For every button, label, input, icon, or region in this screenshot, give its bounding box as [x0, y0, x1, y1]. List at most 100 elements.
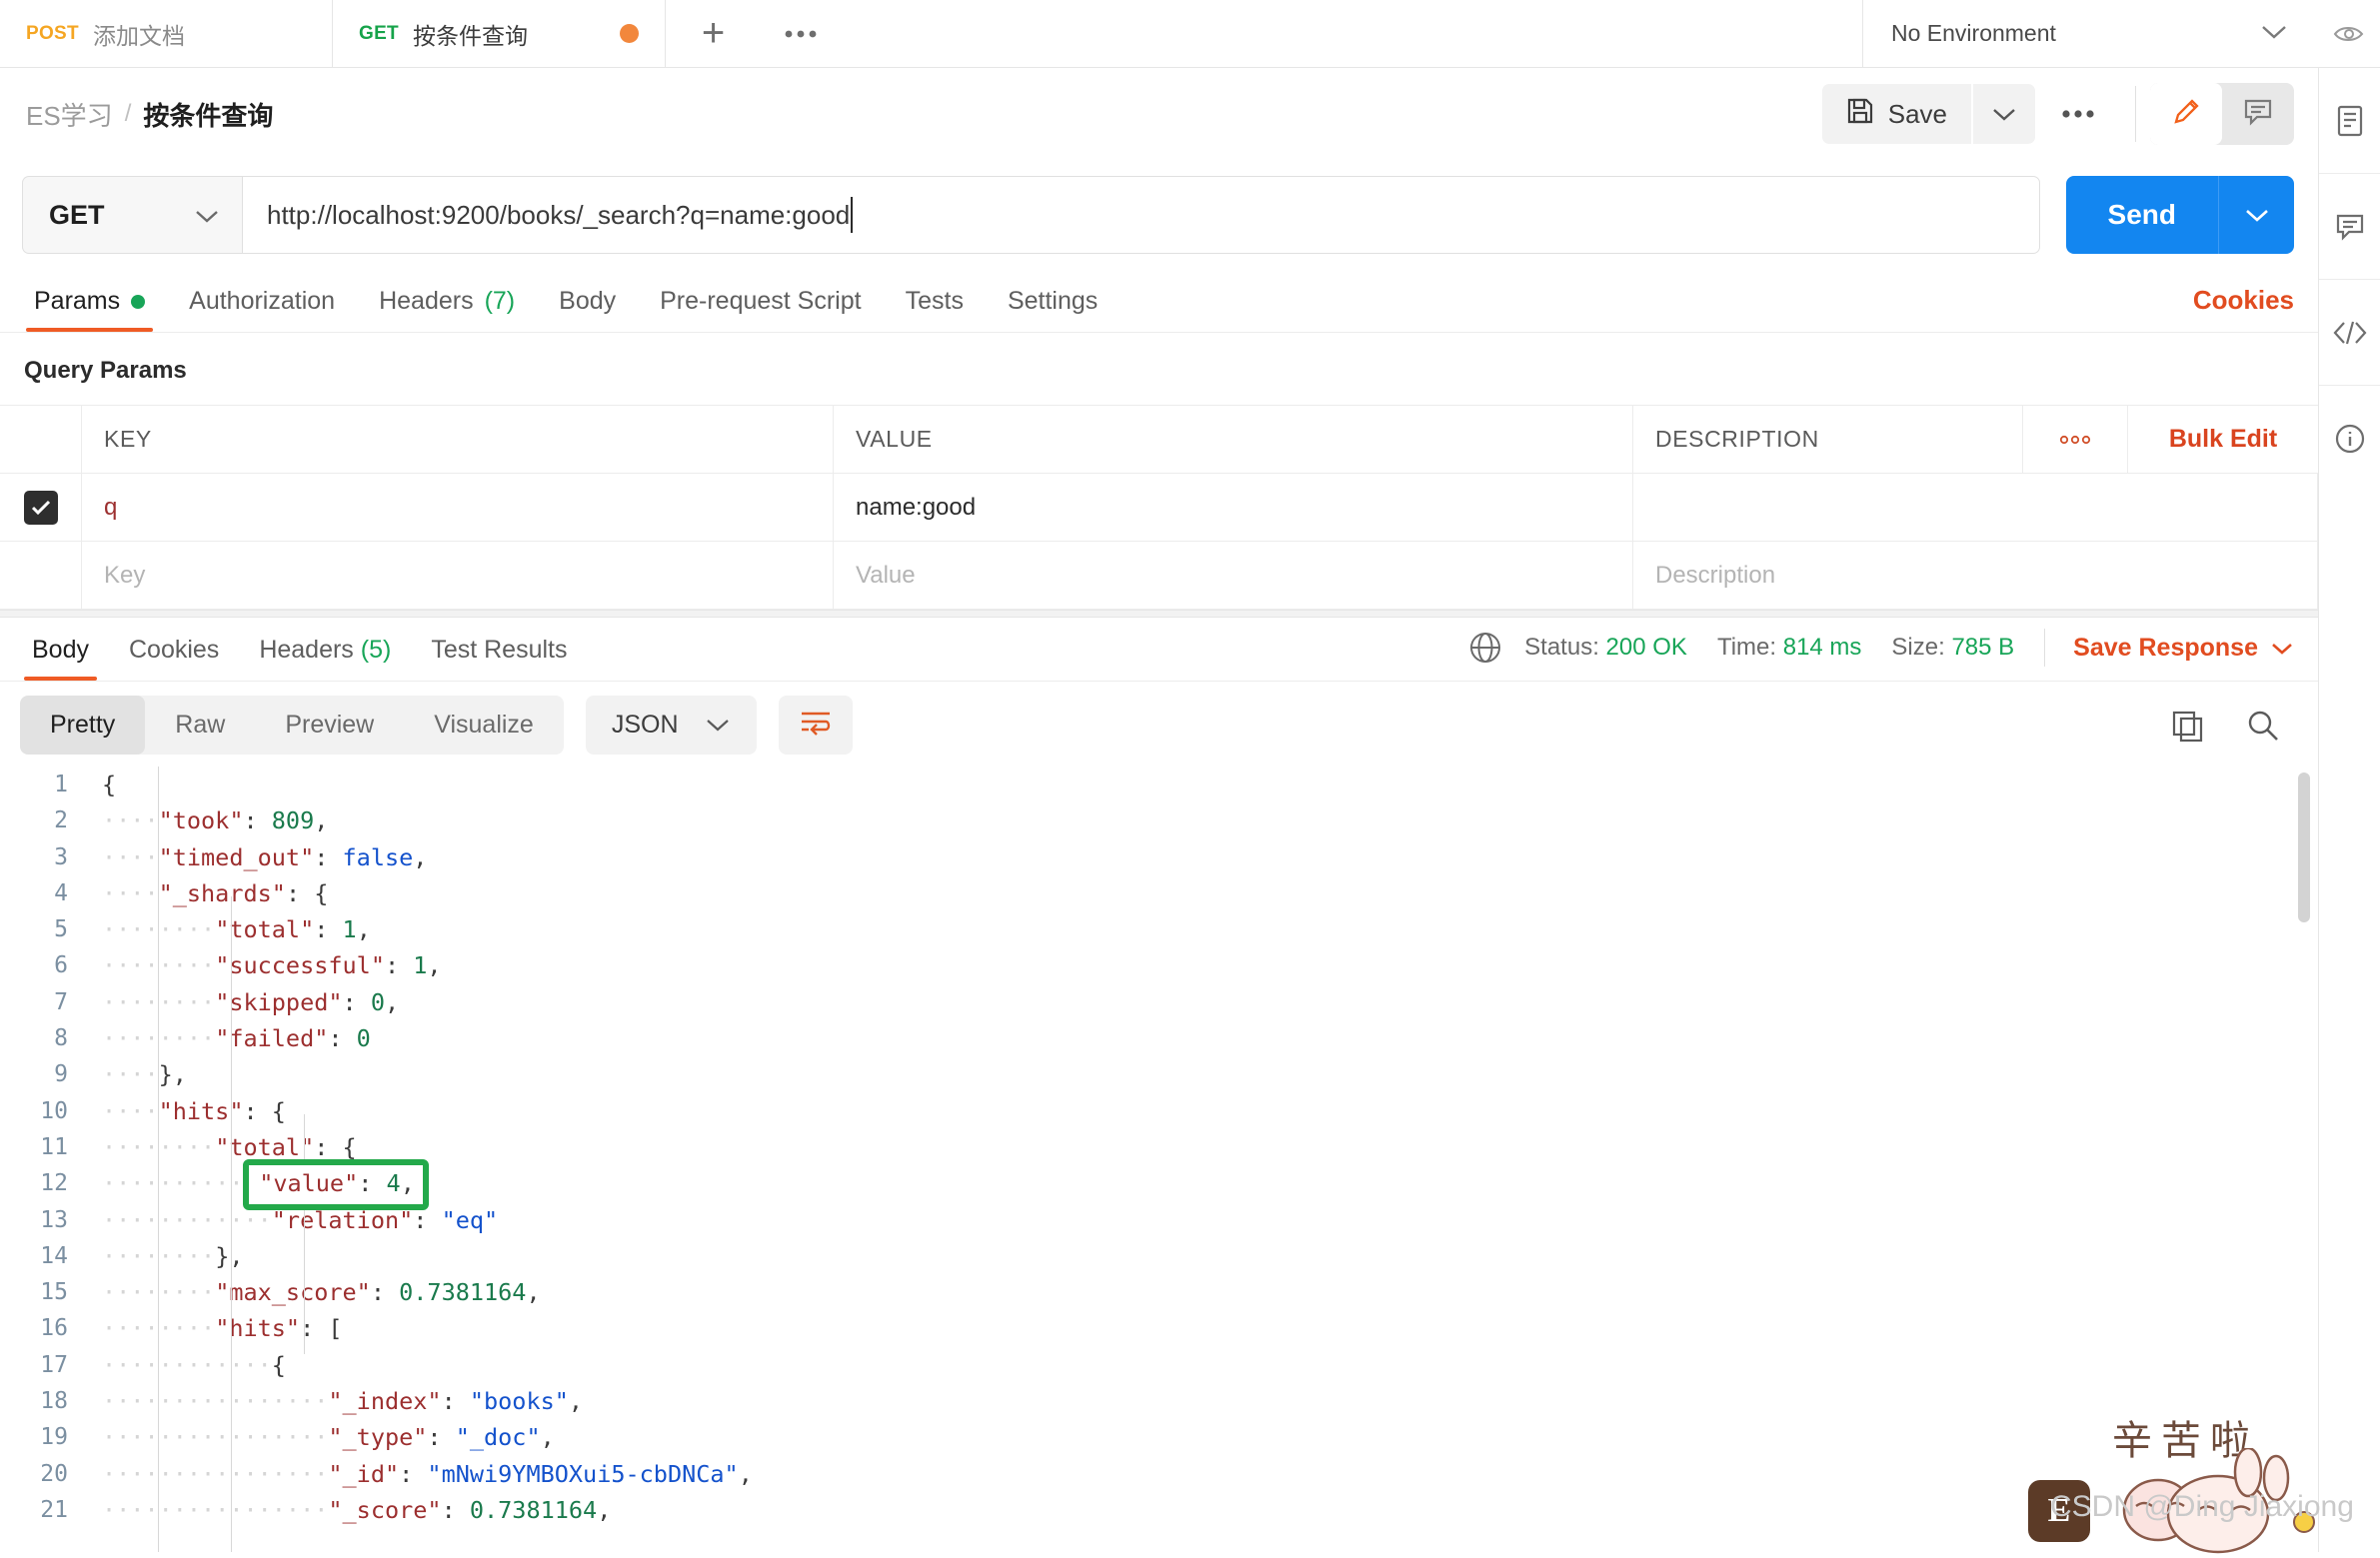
code-token: "value" — [259, 1169, 358, 1197]
request-pane: ES学习 / 按条件查询 Save — [0, 68, 2318, 1552]
code-line: ················"_type": "_doc", — [102, 1419, 2318, 1455]
pencil-icon — [2171, 97, 2201, 132]
line-number: 7 — [0, 984, 68, 1020]
cookies-link[interactable]: Cookies — [2193, 285, 2294, 332]
line-number: 2 — [0, 802, 68, 838]
save-response-button[interactable]: Save Response — [2073, 634, 2294, 663]
save-button[interactable]: Save — [1822, 84, 1971, 144]
code-token: : — [413, 1206, 441, 1234]
view-mode-pretty[interactable]: Pretty — [20, 696, 145, 755]
new-param-key-input[interactable]: Key — [82, 542, 834, 609]
request-tab-2[interactable]: GET 按条件查询 — [333, 0, 666, 67]
comment-mode-button[interactable] — [2222, 83, 2294, 145]
column-header-value: VALUE — [834, 406, 1633, 473]
response-tab-test-results[interactable]: Test Results — [411, 636, 587, 681]
json-code-content[interactable]: {····"took": 809,····"timed_out": false,… — [86, 767, 2318, 1552]
info-icon[interactable] — [2319, 386, 2380, 492]
code-line: ········"failed": 0 — [102, 1020, 2318, 1056]
right-sidebar — [2318, 68, 2380, 1552]
line-number: 17 — [0, 1347, 68, 1383]
tab-title: 按条件查询 — [413, 17, 528, 51]
param-key-input[interactable]: q — [82, 474, 834, 541]
indent-guide: ···· — [102, 1060, 159, 1088]
tab-tests[interactable]: Tests — [884, 287, 986, 332]
send-options-caret[interactable] — [2218, 176, 2294, 254]
code-token: , — [569, 1387, 583, 1415]
response-body-actions — [2170, 709, 2294, 743]
url-input[interactable]: http://localhost:9200/books/_search?q=na… — [242, 176, 2040, 254]
http-method-selector[interactable]: GET — [22, 176, 242, 254]
table-header-row: KEY VALUE DESCRIPTION Bulk Edit — [0, 406, 2318, 474]
code-token: : — [385, 951, 413, 979]
response-scrollbar[interactable] — [2298, 773, 2310, 922]
code-token: , — [401, 1169, 415, 1197]
line-number: 21 — [0, 1492, 68, 1528]
breadcrumb-request[interactable]: 按条件查询 — [143, 96, 273, 133]
code-line: ············"value": 4, — [102, 1165, 2318, 1201]
tab-authorization[interactable]: Authorization — [167, 287, 357, 332]
new-param-value-input[interactable]: Value — [834, 542, 1633, 609]
response-tab-headers[interactable]: Headers (5) — [239, 636, 411, 681]
documentation-icon[interactable] — [2319, 68, 2380, 174]
edit-mode-button[interactable] — [2150, 83, 2222, 145]
request-tab-strip: POST 添加文档 GET 按条件查询 + No Environment — [0, 0, 2380, 68]
view-mode-visualize[interactable]: Visualize — [404, 696, 564, 755]
code-token: : — [358, 1169, 386, 1197]
time-value: 814 ms — [1783, 634, 1862, 661]
code-icon[interactable] — [2319, 280, 2380, 386]
environment-selector[interactable]: No Environment — [1863, 0, 2318, 67]
code-token: "successful" — [215, 951, 385, 979]
bulk-edit-button[interactable]: Bulk Edit — [2128, 406, 2318, 473]
line-number: 15 — [0, 1274, 68, 1310]
new-tab-button[interactable]: + — [666, 0, 761, 67]
response-body-viewer[interactable]: 123456789101112131415161718192021 {····"… — [0, 767, 2318, 1552]
copy-icon[interactable] — [2170, 709, 2204, 743]
response-format-selector[interactable]: JSON — [586, 696, 757, 755]
line-number: 16 — [0, 1310, 68, 1346]
new-param-description-input[interactable]: Description — [1633, 542, 2318, 609]
code-token: "failed" — [215, 1024, 328, 1052]
request-tab-1[interactable]: POST 添加文档 — [0, 0, 333, 67]
code-line: ········"max_score": 0.7381164, — [102, 1274, 2318, 1310]
eye-icon[interactable] — [2318, 0, 2380, 67]
tab-headers[interactable]: Headers (7) — [357, 287, 537, 332]
line-number: 3 — [0, 839, 68, 875]
view-mode-preview[interactable]: Preview — [255, 696, 404, 755]
code-token: "took" — [159, 806, 244, 834]
row-checkbox[interactable] — [24, 491, 58, 525]
request-more-menu[interactable] — [2035, 84, 2121, 144]
search-icon[interactable] — [2246, 709, 2280, 743]
tab-settings[interactable]: Settings — [986, 287, 1120, 332]
url-bar: GET http://localhost:9200/books/_search?… — [0, 160, 2318, 270]
code-token: "_type" — [328, 1423, 427, 1451]
tab-pre-request-script[interactable]: Pre-request Script — [638, 287, 883, 332]
response-tab-cookies[interactable]: Cookies — [109, 636, 239, 681]
text-caret — [851, 197, 853, 233]
save-options-caret[interactable] — [1973, 84, 2035, 144]
tab-overflow-menu[interactable] — [761, 0, 841, 67]
response-tab-body[interactable]: Body — [12, 636, 109, 681]
word-wrap-button[interactable] — [779, 696, 853, 755]
fold-guide — [304, 1114, 305, 1354]
params-more-menu[interactable] — [2023, 406, 2128, 473]
tab-settings-label: Settings — [1008, 287, 1098, 316]
param-description-input[interactable] — [1633, 474, 2318, 541]
line-number: 9 — [0, 1056, 68, 1092]
code-token: : — [328, 1024, 356, 1052]
comment-icon[interactable] — [2319, 174, 2380, 280]
breadcrumb-collection[interactable]: ES学习 — [26, 96, 113, 133]
breadcrumb-bar: ES学习 / 按条件查询 Save — [0, 68, 2318, 160]
code-token: : { — [314, 1133, 356, 1161]
param-value-input[interactable]: name:good — [834, 474, 1633, 541]
chevron-down-icon — [2260, 20, 2288, 47]
code-line: ········"hits": [ — [102, 1310, 2318, 1346]
tab-body[interactable]: Body — [537, 287, 638, 332]
breadcrumb-actions: Save — [1822, 83, 2294, 145]
code-token: : [ — [300, 1314, 342, 1342]
code-token: "_doc" — [456, 1423, 541, 1451]
indent-guide: ············ — [102, 1351, 272, 1379]
view-mode-raw[interactable]: Raw — [145, 696, 255, 755]
code-token: "_index" — [328, 1387, 441, 1415]
send-button[interactable]: Send — [2066, 176, 2218, 254]
tab-params[interactable]: Params — [12, 287, 167, 332]
